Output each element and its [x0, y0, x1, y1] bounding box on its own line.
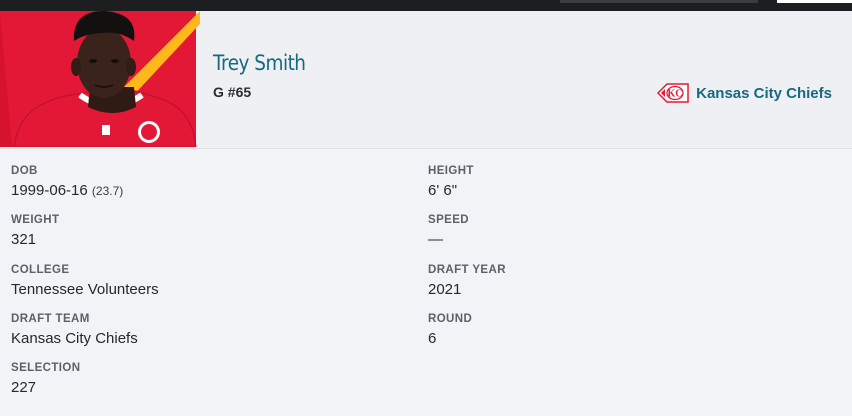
dob-label: DOB	[11, 165, 38, 177]
weight-field: WEIGHT 321	[11, 214, 59, 248]
arrowhead-logo-icon: KC	[657, 83, 689, 103]
speed-value: —	[428, 231, 443, 248]
dob-value: 1999-06-16 (23.7)	[11, 182, 123, 199]
age-value: (23.7)	[91, 184, 124, 198]
speed-label: SPEED	[428, 214, 469, 226]
draft-team-label: DRAFT TEAM	[11, 313, 90, 325]
dob-field: DOB 1999-06-16 (23.7)	[11, 165, 123, 199]
height-label: HEIGHT	[428, 165, 474, 177]
player-position: G #65	[213, 84, 252, 100]
svg-text:KC: KC	[668, 89, 683, 100]
college-field: COLLEGE Tennessee Volunteers	[11, 264, 159, 298]
draft-team-field: DRAFT TEAM Kansas City Chiefs	[11, 313, 138, 347]
nav-button[interactable]	[777, 0, 852, 3]
team-name: Kansas City Chiefs	[696, 84, 832, 102]
player-portrait	[0, 11, 200, 147]
draft-year-value: 2021	[428, 281, 462, 298]
search-input[interactable]	[560, 0, 758, 3]
draft-year-label: DRAFT YEAR	[428, 264, 506, 276]
round-label: ROUND	[428, 313, 473, 325]
player-details: DOB 1999-06-16 (23.7) HEIGHT 6' 6" WEIGH…	[0, 149, 852, 416]
round-value: 6	[428, 330, 437, 347]
selection-value: 227	[11, 379, 37, 396]
dob-date: 1999-06-16	[11, 182, 88, 199]
player-header: Trey Smith G #65 KC Kansas City Chiefs	[0, 11, 852, 149]
round-field: ROUND 6	[428, 313, 472, 347]
player-photo-icon	[0, 11, 200, 147]
college-value: Tennessee Volunteers	[11, 281, 159, 298]
weight-label: WEIGHT	[11, 214, 60, 226]
speed-field: SPEED —	[428, 214, 469, 248]
top-nav-bar	[0, 0, 852, 11]
weight-value: 321	[11, 231, 37, 248]
draft-team-value: Kansas City Chiefs	[11, 330, 138, 347]
player-name: Trey Smith	[213, 51, 306, 75]
team-link[interactable]: KC Kansas City Chiefs	[656, 82, 832, 104]
draft-year-field: DRAFT YEAR 2021	[428, 264, 506, 298]
height-field: HEIGHT 6' 6"	[428, 165, 474, 199]
selection-label: SELECTION	[11, 362, 81, 374]
height-value: 6' 6"	[428, 182, 458, 199]
selection-field: SELECTION 227	[11, 362, 80, 396]
college-label: COLLEGE	[11, 264, 70, 276]
